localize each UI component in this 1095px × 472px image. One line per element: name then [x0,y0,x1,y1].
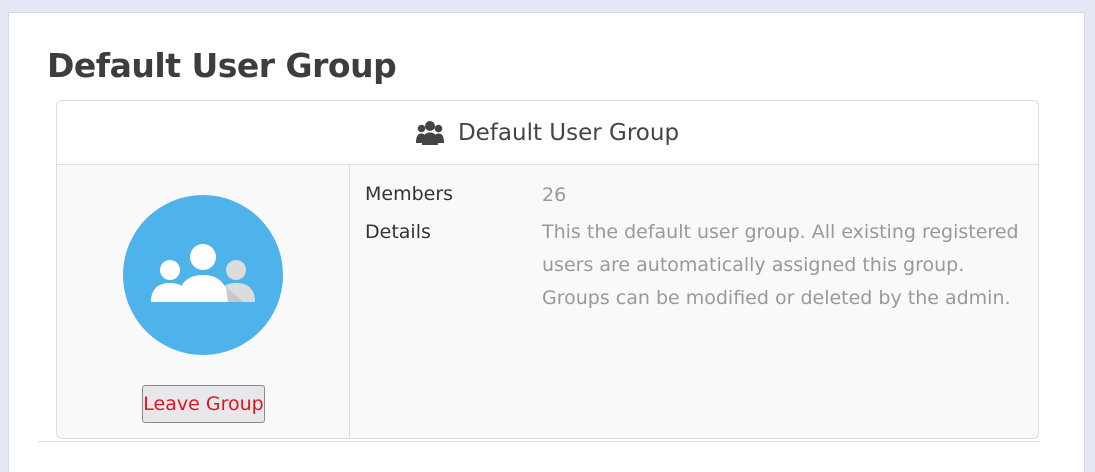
user-group-icon [151,244,255,302]
card-header-title: Default User Group [457,119,680,146]
group-avatar-column: Leave Group [57,165,350,438]
group-avatar [123,195,283,355]
page-container: Default User Group Default User Group Le… [8,12,1085,472]
users-icon [415,120,444,146]
group-details-column: Members 26 Details This the default user… [350,165,1038,438]
group-card: Default User Group Leave Group Members 2… [56,100,1039,439]
details-value: This the default user group. All existin… [542,221,1019,309]
card-body: Leave Group Members 26 Details This the … [57,165,1038,438]
card-header: Default User Group [57,101,1038,165]
members-value: 26 [542,184,567,206]
details-label: Details [365,221,431,243]
leave-group-button[interactable]: Leave Group [142,385,265,423]
divider [38,441,1039,442]
members-label: Members [365,183,454,205]
members-row: Members 26 [365,183,1032,207]
details-row: Details This the default user group. All… [365,216,1032,315]
page-title: Default User Group [47,46,397,85]
